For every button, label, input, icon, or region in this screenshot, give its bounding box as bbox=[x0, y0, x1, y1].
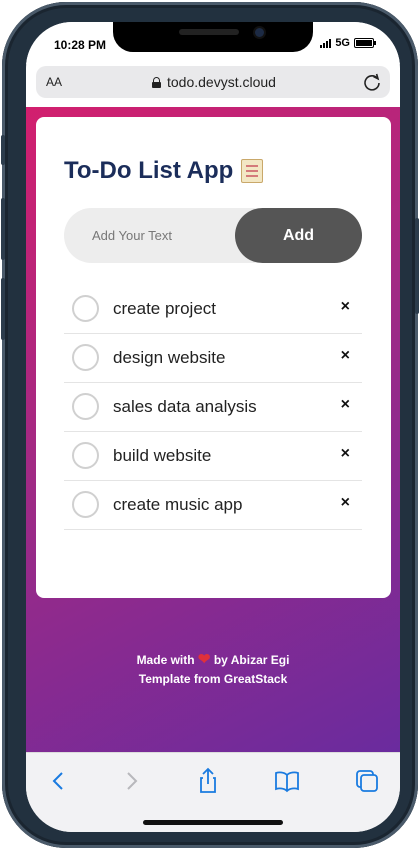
task-checkbox[interactable] bbox=[72, 393, 99, 420]
page-background: To-Do List App Add create project×design… bbox=[26, 107, 400, 752]
camera bbox=[255, 28, 264, 37]
bookmarks-icon[interactable] bbox=[273, 767, 301, 795]
mute-switch bbox=[1, 135, 5, 165]
task-text[interactable]: sales data analysis bbox=[113, 397, 257, 417]
tabs-icon[interactable] bbox=[353, 767, 381, 795]
app-title-text: To-Do List App bbox=[64, 157, 234, 184]
task-item[interactable]: create project × bbox=[64, 285, 362, 334]
notch bbox=[113, 22, 313, 52]
notepad-icon bbox=[241, 159, 264, 183]
task-text[interactable]: build website bbox=[113, 446, 211, 466]
task-item[interactable]: sales data analysis × bbox=[64, 383, 362, 432]
text-size-button[interactable]: AA bbox=[46, 75, 62, 89]
phone-frame: 10:28 PM 5G AA todo.devyst.cloud To-Do L… bbox=[1, 2, 419, 848]
task-text[interactable]: create project bbox=[113, 299, 216, 319]
lock-icon bbox=[152, 76, 161, 88]
task-input[interactable] bbox=[92, 224, 232, 246]
task-text[interactable]: create music app bbox=[113, 495, 242, 515]
delete-icon[interactable]: × bbox=[341, 298, 350, 316]
task-checkbox[interactable] bbox=[72, 491, 99, 518]
browser-toolbar bbox=[26, 752, 400, 832]
battery-icon bbox=[354, 38, 376, 48]
reload-icon[interactable] bbox=[362, 72, 382, 92]
task-checkbox[interactable] bbox=[72, 295, 99, 322]
status-time: 10:28 PM bbox=[54, 38, 107, 52]
power-button bbox=[415, 218, 419, 314]
delete-icon[interactable]: × bbox=[341, 494, 350, 512]
task-item[interactable]: build website × bbox=[64, 432, 362, 481]
delete-icon[interactable]: × bbox=[341, 347, 350, 365]
home-indicator bbox=[143, 820, 283, 825]
footer-author: by Abizar Egi bbox=[213, 653, 290, 667]
forward-icon[interactable] bbox=[118, 767, 146, 795]
status-indicators: 5G bbox=[320, 37, 376, 49]
speaker bbox=[179, 29, 239, 35]
footer-template: Template from GreatStack bbox=[138, 672, 288, 686]
add-button[interactable]: Add bbox=[235, 208, 362, 263]
share-icon[interactable] bbox=[194, 767, 222, 795]
screen: 10:28 PM 5G AA todo.devyst.cloud To-Do L… bbox=[26, 22, 400, 832]
task-checkbox[interactable] bbox=[72, 442, 99, 469]
signal-icon bbox=[320, 38, 332, 48]
address-bar[interactable]: AA todo.devyst.cloud bbox=[36, 66, 390, 98]
volume-down-button bbox=[1, 278, 5, 340]
task-list: create project × design website × sales data… bbox=[64, 285, 362, 530]
delete-icon[interactable]: × bbox=[341, 396, 350, 414]
task-text[interactable]: design website bbox=[113, 348, 225, 368]
todo-card: To-Do List App Add create project×design… bbox=[36, 117, 391, 598]
back-icon[interactable] bbox=[44, 767, 72, 795]
task-input-row: Add bbox=[64, 208, 362, 263]
app-title: To-Do List App bbox=[64, 157, 264, 185]
footer-made-with: Made with bbox=[136, 653, 195, 667]
task-item[interactable]: create music app × bbox=[64, 481, 362, 530]
task-item[interactable]: design website × bbox=[64, 334, 362, 383]
url-display[interactable]: todo.devyst.cloud bbox=[152, 74, 276, 90]
url-text: todo.devyst.cloud bbox=[167, 74, 276, 90]
delete-icon[interactable]: × bbox=[341, 445, 350, 463]
network-label: 5G bbox=[335, 37, 350, 49]
volume-up-button bbox=[1, 198, 5, 260]
footer-credit: Made with ❤ by Abizar Egi bbox=[26, 650, 400, 668]
heart-icon: ❤ bbox=[197, 651, 211, 668]
task-checkbox[interactable] bbox=[72, 344, 99, 371]
